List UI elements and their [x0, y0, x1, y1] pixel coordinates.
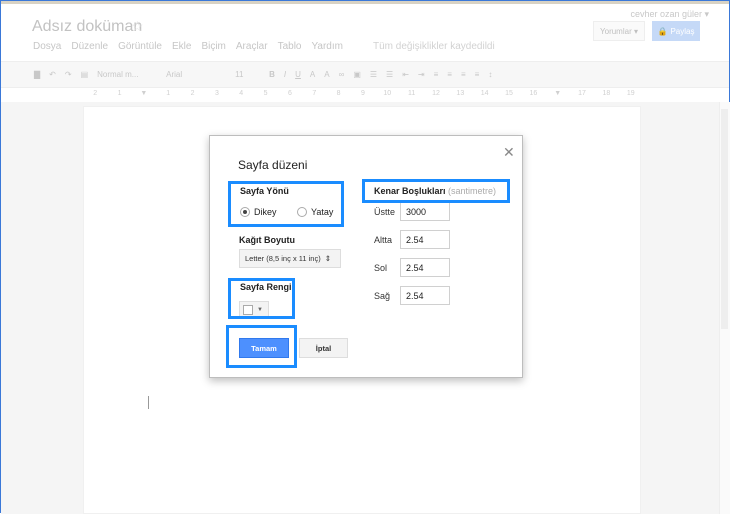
menu-araclar[interactable]: Araçlar	[236, 41, 268, 52]
ruler-mark: 11	[408, 90, 416, 97]
ruler-mark: 7	[312, 90, 317, 97]
underline-icon[interactable]: U	[295, 70, 301, 79]
indent-more-icon[interactable]: ⇥	[418, 70, 425, 79]
indent-less-icon[interactable]: ⇤	[402, 70, 409, 79]
bold-icon[interactable]: B	[269, 70, 275, 79]
ruler-mark: 1	[117, 90, 122, 97]
menu-goruntule[interactable]: Görüntüle	[118, 41, 162, 52]
align-right-icon[interactable]: ≡	[461, 70, 466, 79]
ruler-mark: 1	[166, 90, 171, 97]
style-select[interactable]: Normal m...	[97, 70, 157, 79]
ruler-mark: 13	[456, 90, 465, 97]
paper-size-select[interactable]: Letter (8,5 inç x 11 inç) ⇕	[239, 249, 341, 268]
ruler-mark: 19	[626, 90, 635, 97]
document-title[interactable]: Adsız doküman	[32, 18, 142, 36]
ruler-mark: 18	[602, 90, 611, 97]
ruler-mark: 8	[336, 90, 341, 97]
menu-dosya[interactable]: Dosya	[33, 41, 61, 52]
ruler-mark: 6	[287, 90, 292, 97]
line-spacing-icon[interactable]: ↕	[488, 70, 492, 79]
ruler-mark: 2	[190, 90, 195, 97]
ruler-mark: 17	[578, 90, 586, 97]
scrollbar-thumb[interactable]	[721, 109, 728, 329]
menu-ekle[interactable]: Ekle	[172, 41, 191, 52]
print-icon[interactable]: ▇	[34, 70, 40, 79]
ruler-mark: 15	[505, 90, 513, 97]
text-color-icon[interactable]: A	[310, 70, 315, 79]
numbered-list-icon[interactable]: ☰	[370, 70, 377, 79]
ruler-mark: 5	[263, 90, 268, 97]
menu-yardim[interactable]: Yardım	[311, 41, 343, 52]
text-cursor	[148, 396, 149, 409]
star-icon[interactable]: ☆	[131, 18, 144, 35]
share-button[interactable]: 🔒 Paylaş	[652, 21, 700, 41]
dialog-title: Sayfa düzeni	[238, 158, 308, 172]
left-indent-marker[interactable]: ▼	[132, 90, 156, 102]
undo-icon[interactable]: ↶	[49, 70, 56, 79]
ruler-mark: 9	[361, 90, 365, 97]
highlight-orientation	[228, 181, 344, 227]
ruler-mark: 12	[432, 90, 440, 97]
margin-top-label: Üstte	[374, 207, 396, 217]
ruler: 2 1 ▼ 1 2 3 4 5 6 7 8 9 10 11 12 13 14 15 16 ▼ 17 18 19	[83, 90, 643, 102]
close-icon[interactable]: ✕	[503, 144, 515, 161]
font-select[interactable]: Arial	[166, 70, 226, 79]
user-menu[interactable]: cevher ozan güler ▾	[630, 9, 709, 20]
comments-button[interactable]: Yorumlar ▾	[593, 21, 645, 41]
ruler-mark: 4	[239, 90, 244, 97]
italic-icon[interactable]: I	[284, 70, 286, 79]
margin-right-label: Sağ	[374, 291, 391, 301]
ruler-mark: 3	[214, 90, 219, 97]
margin-right-input[interactable]	[400, 286, 450, 305]
image-icon[interactable]: ▣	[353, 70, 361, 79]
margin-top-input[interactable]	[400, 202, 450, 221]
paper-size-value: Letter (8,5 inç x 11 inç)	[245, 254, 321, 263]
ruler-mark: 14	[480, 90, 489, 97]
cancel-button[interactable]: İptal	[299, 338, 348, 358]
toolbar: ▇ ↶ ↷ ▤ Normal m... Arial 11 B I U A A ∞…	[1, 61, 729, 88]
margin-bottom-input[interactable]	[400, 230, 450, 249]
redo-icon[interactable]: ↷	[65, 70, 72, 79]
right-indent-marker[interactable]: ▼	[546, 90, 570, 102]
ruler-mark: 16	[529, 90, 538, 97]
paper-size-label: Kağıt Boyutu	[239, 235, 295, 245]
updown-icon: ⇕	[324, 254, 332, 263]
menu-tablo[interactable]: Tablo	[278, 41, 302, 52]
link-icon[interactable]: ∞	[339, 70, 345, 79]
share-label: Paylaş	[670, 26, 695, 36]
justify-icon[interactable]: ≡	[475, 70, 480, 79]
align-left-icon[interactable]: ≡	[434, 70, 439, 79]
margin-left-label: Sol	[374, 263, 388, 273]
paint-format-icon[interactable]: ▤	[81, 70, 89, 79]
menu-bar: Dosya Düzenle Görüntüle Ekle Biçim Araçl…	[33, 41, 495, 52]
margin-bottom-label: Altta	[374, 235, 393, 245]
align-center-icon[interactable]: ≡	[447, 70, 452, 79]
highlight-icon[interactable]: A	[324, 70, 329, 79]
ruler-mark: 2	[93, 90, 98, 97]
highlight-margins	[362, 179, 510, 203]
ruler-mark: 10	[383, 90, 392, 97]
bulleted-list-icon[interactable]: ☰	[386, 70, 393, 79]
lock-icon: 🔒	[657, 26, 668, 36]
size-select[interactable]: 11	[235, 70, 260, 79]
menu-duzenle[interactable]: Düzenle	[71, 41, 108, 52]
save-status: Tüm değişiklikler kaydedildi	[372, 41, 495, 52]
highlight-ok-button	[226, 325, 297, 368]
menu-bicim[interactable]: Biçim	[201, 41, 225, 52]
margin-left-input[interactable]	[400, 258, 450, 277]
highlight-page-color	[228, 278, 295, 319]
